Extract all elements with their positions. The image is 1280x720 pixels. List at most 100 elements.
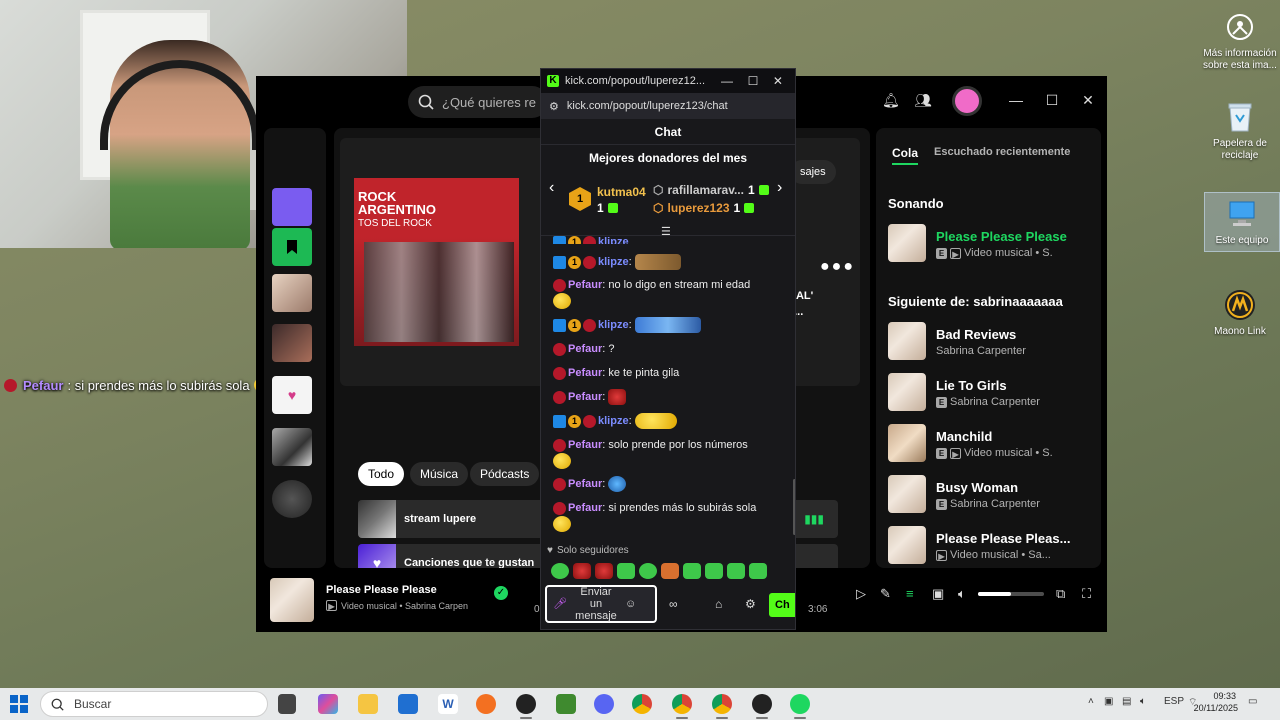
desktop-icon-image-info[interactable]: Más información sobre esta ima... xyxy=(1202,10,1278,71)
partial-filter-chip[interactable]: sajes xyxy=(790,160,836,184)
chat-message[interactable]: Pefaur: ? xyxy=(553,341,789,357)
sidebar-playlist[interactable] xyxy=(272,188,312,226)
emoji-picker-icon[interactable]: ☺ xyxy=(625,598,636,610)
chevron-right-icon[interactable]: › xyxy=(777,179,782,197)
spotify-icon[interactable] xyxy=(790,694,810,719)
app-icon[interactable] xyxy=(752,694,772,719)
discord-icon[interactable] xyxy=(594,694,614,714)
chat-username[interactable]: Pefaur xyxy=(568,279,602,291)
sidebar-saved-episodes[interactable] xyxy=(272,228,312,266)
minimize-icon[interactable]: — xyxy=(1008,92,1024,108)
chat-username[interactable]: Pefaur xyxy=(568,439,602,451)
sidebar-artist[interactable] xyxy=(272,480,312,518)
emote-icon[interactable] xyxy=(551,563,569,579)
close-icon[interactable]: ✕ xyxy=(1080,92,1096,108)
chat-message[interactable]: Pefaur: xyxy=(553,389,789,406)
chat-message-input[interactable]: 🎤︎ Enviar un mensaje ☺ xyxy=(545,585,657,623)
volume-icon[interactable]: 🔈︎ xyxy=(958,586,966,602)
kicks-icon[interactable]: ∞ xyxy=(669,597,678,611)
friends-icon[interactable]: 👥︎ xyxy=(914,92,932,108)
chat-username[interactable]: Pefaur xyxy=(568,391,602,403)
volume-slider[interactable] xyxy=(978,592,1044,596)
minecraft-icon[interactable] xyxy=(556,694,576,714)
chat-message[interactable]: 1 klipze xyxy=(553,234,789,244)
chat-message[interactable]: 1 klipze: xyxy=(553,413,789,430)
tab-recently-played[interactable]: Escuchado recientemente xyxy=(934,146,1070,158)
clock[interactable]: 09:33 xyxy=(1200,690,1236,703)
chip-podcasts[interactable]: Pódcasts xyxy=(470,462,540,486)
obs-icon[interactable] xyxy=(516,694,536,719)
connect-device-icon[interactable]: ▣ xyxy=(932,586,944,602)
spotify-search-input[interactable]: ¿Qué quieres re xyxy=(408,86,548,118)
now-playing-view-icon[interactable]: ▷ xyxy=(856,586,866,602)
chat-username[interactable]: klipze xyxy=(598,319,629,331)
queue-item[interactable]: Lie To Girls E Sabrina Carpenter xyxy=(888,373,1098,413)
close-icon[interactable]: ✕ xyxy=(773,74,783,88)
chat-username[interactable]: klipze xyxy=(598,236,629,244)
tab-queue[interactable]: Cola xyxy=(892,146,919,165)
queue-item[interactable]: Bad Reviews Sabrina Carpenter xyxy=(888,322,1098,362)
chevron-up-icon[interactable]: ˄ xyxy=(1088,696,1094,707)
chrome-profile-icon[interactable] xyxy=(712,694,732,719)
chat-settings-icon[interactable]: ⚙︎ xyxy=(745,597,756,611)
bell-icon[interactable]: 🔔︎ xyxy=(882,92,900,108)
emote-icon[interactable] xyxy=(573,563,591,579)
chat-username[interactable]: Pefaur xyxy=(568,502,602,514)
volume-icon[interactable]: 🔈︎ xyxy=(1140,696,1146,707)
chat-username[interactable]: Pefaur xyxy=(568,478,602,490)
queue-item[interactable]: Busy Woman E Sabrina Carpenter xyxy=(888,475,1098,515)
chip-music[interactable]: Música xyxy=(410,462,469,486)
emote-icon[interactable] xyxy=(639,563,657,579)
chrome-profile-icon[interactable] xyxy=(672,694,692,719)
notifications-icon[interactable]: ▭ xyxy=(1248,696,1257,707)
chat-message[interactable]: 1 klipze: xyxy=(553,317,789,334)
saved-check-icon[interactable]: ✓ xyxy=(494,586,508,600)
task-view-icon[interactable] xyxy=(278,694,296,714)
tray-app-icon[interactable]: ▣ xyxy=(1104,696,1113,707)
chevron-left-icon[interactable]: ‹ xyxy=(549,179,554,197)
chat-message[interactable]: Pefaur: xyxy=(553,476,789,493)
emote-icon[interactable] xyxy=(749,563,767,579)
chat-message[interactable]: Pefaur: ke te pinta gila xyxy=(553,365,789,381)
chat-message[interactable]: Pefaur: solo prende por los números xyxy=(553,437,789,470)
desktop-icon-maono-link[interactable]: Maono Link xyxy=(1202,288,1278,338)
chat-message[interactable]: Pefaur: si prendes más lo subirás sola xyxy=(553,500,789,533)
app-icon[interactable] xyxy=(476,694,496,714)
word-icon[interactable]: W xyxy=(438,694,458,714)
emote-icon[interactable] xyxy=(617,563,635,579)
sidebar-playlist[interactable]: ♥ xyxy=(272,376,312,414)
sidebar-playlist[interactable] xyxy=(272,324,312,362)
fullscreen-icon[interactable]: ⛶ xyxy=(1082,586,1091,602)
chat-username[interactable]: Pefaur xyxy=(568,343,602,355)
emote-icon[interactable] xyxy=(595,563,613,579)
kick-url-bar[interactable]: ⚙︎ kick.com/popout/luperez123/chat xyxy=(541,93,795,119)
queue-now-playing[interactable]: Please Please Please E ▶ Video musical • S… xyxy=(888,224,1098,264)
emote-icon[interactable] xyxy=(727,563,745,579)
chat-username[interactable]: klipze xyxy=(598,256,629,268)
chat-scrollbar[interactable] xyxy=(793,479,795,535)
sidebar-playlist[interactable] xyxy=(272,428,312,466)
desktop-icon-recycle-bin[interactable]: Papelera de reciclaje xyxy=(1202,100,1278,161)
queue-item[interactable]: Manchild E ▶ Video musical • S. xyxy=(888,424,1098,464)
chat-username[interactable]: klipze xyxy=(598,415,629,427)
minimize-icon[interactable]: — xyxy=(721,74,733,88)
desktop-icon-this-pc[interactable]: Este equipo xyxy=(1204,192,1280,252)
send-chat-button[interactable]: Ch xyxy=(769,593,795,617)
more-options-icon[interactable]: ●●● xyxy=(820,258,855,276)
chat-username[interactable]: Pefaur xyxy=(568,367,602,379)
site-settings-icon[interactable]: ⚙︎ xyxy=(549,100,559,113)
emote-icon[interactable] xyxy=(661,563,679,579)
copilot-icon[interactable] xyxy=(318,694,338,714)
player-cover[interactable] xyxy=(270,578,314,622)
chat-message[interactable]: 1 klipze: xyxy=(553,254,789,271)
windows-start-icon[interactable] xyxy=(10,695,28,718)
file-explorer-icon[interactable] xyxy=(358,694,378,714)
lyrics-icon[interactable]: ✎ xyxy=(880,586,891,602)
rock-argentino-cover[interactable]: ROCK ARGENTINO TOS DEL ROCK xyxy=(354,178,519,346)
tray-app-icon[interactable]: ▤ xyxy=(1122,696,1131,707)
emote-icon[interactable] xyxy=(705,563,723,579)
miniplayer-icon[interactable]: ⧉ xyxy=(1056,586,1065,602)
chat-message[interactable]: Pefaur: no lo digo en stream mi edad xyxy=(553,277,789,310)
queue-item[interactable]: Please Please Pleas... ▶ Video musical • S… xyxy=(888,526,1098,566)
maximize-icon[interactable]: ☐ xyxy=(748,74,759,88)
